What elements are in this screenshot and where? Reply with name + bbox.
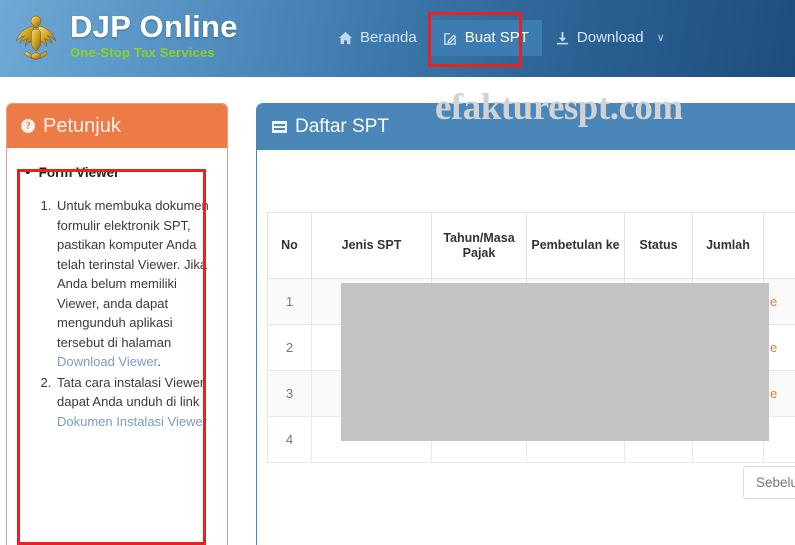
cell-no: 2 xyxy=(267,324,312,371)
petunjuk-panel: ? Petunjuk • Form Viewer Untuk membuka d… xyxy=(6,103,228,545)
brand-title: DJP Online xyxy=(70,9,238,44)
bullet-marker: • xyxy=(25,164,31,181)
cell-no: 4 xyxy=(267,416,312,463)
brand-subtitle: One-Stop Tax Services xyxy=(70,45,215,60)
brand-block[interactable]: DJP Online One-Stop Tax Services xyxy=(8,7,238,65)
instruction-step-2: Tata cara instalasi Viewer dapat Anda un… xyxy=(55,373,217,432)
instruction-step-1-text: Untuk membuka dokumen formulir elektroni… xyxy=(57,198,209,350)
home-icon xyxy=(338,31,353,46)
column-header-aksi xyxy=(763,212,795,279)
download-viewer-link[interactable]: Download Viewer xyxy=(57,354,157,369)
nav-item-beranda[interactable]: Beranda xyxy=(325,20,430,56)
question-circle-icon: ? xyxy=(21,119,35,133)
redaction-overlay xyxy=(341,283,769,441)
column-header-status[interactable]: Status xyxy=(624,212,693,279)
daftar-spt-panel-header: Daftar SPT xyxy=(257,104,795,150)
spt-table-head: No Jenis SPT Tahun/Masa Pajak Pembetulan… xyxy=(267,212,795,279)
download-icon xyxy=(555,31,570,46)
instruction-step-1-post: . xyxy=(157,354,161,369)
djp-garuda-emblem-icon xyxy=(8,7,64,65)
column-header-no[interactable]: No xyxy=(267,212,312,279)
instruction-step-2-text: Tata cara instalasi Viewer dapat Anda un… xyxy=(57,374,205,410)
instruction-step-1: Untuk membuka dokumen formulir elektroni… xyxy=(55,196,217,372)
column-header-jenis-spt[interactable]: Jenis SPT xyxy=(311,212,432,279)
column-header-pembetulan-ke[interactable]: Pembetulan ke xyxy=(526,212,625,279)
form-viewer-bullet: • Form Viewer xyxy=(25,164,217,182)
spt-table-header-row: No Jenis SPT Tahun/Masa Pajak Pembetulan… xyxy=(267,212,795,279)
petunjuk-panel-body: • Form Viewer Untuk membuka dokumen form… xyxy=(7,148,227,441)
list-icon xyxy=(272,121,287,133)
cell-no: 3 xyxy=(267,370,312,417)
cell-no: 1 xyxy=(267,278,312,325)
pagination-previous-button[interactable]: Sebelumnya xyxy=(743,466,795,499)
nav-item-download-label: Download xyxy=(576,29,644,46)
nav-item-buat-spt[interactable]: Buat SPT xyxy=(429,20,542,56)
nav-item-download[interactable]: Download ∨ xyxy=(542,20,678,56)
petunjuk-panel-title: Petunjuk xyxy=(43,115,121,137)
chevron-down-icon[interactable]: ∨ xyxy=(657,29,665,47)
form-viewer-label: Form Viewer xyxy=(38,165,120,180)
column-header-tahun-masa-pajak[interactable]: Tahun/Masa Pajak xyxy=(431,212,527,279)
column-header-jumlah[interactable]: Jumlah xyxy=(692,212,764,279)
nav-item-beranda-label: Beranda xyxy=(360,29,417,46)
daftar-spt-panel-title: Daftar SPT xyxy=(295,116,389,137)
dokumen-instalasi-viewer-link[interactable]: Dokumen Instalasi Viewer xyxy=(57,414,207,429)
site-header: DJP Online One-Stop Tax Services Beranda xyxy=(0,0,795,77)
page-root: DJP Online One-Stop Tax Services Beranda xyxy=(0,0,795,545)
nav-item-buat-spt-label: Buat SPT xyxy=(464,29,529,46)
edit-icon xyxy=(443,31,458,46)
main-navigation: Beranda Buat SPT Download ∨ xyxy=(325,20,678,56)
petunjuk-panel-header: ? Petunjuk xyxy=(7,104,227,148)
instruction-steps: Untuk membuka dokumen formulir elektroni… xyxy=(19,196,217,431)
